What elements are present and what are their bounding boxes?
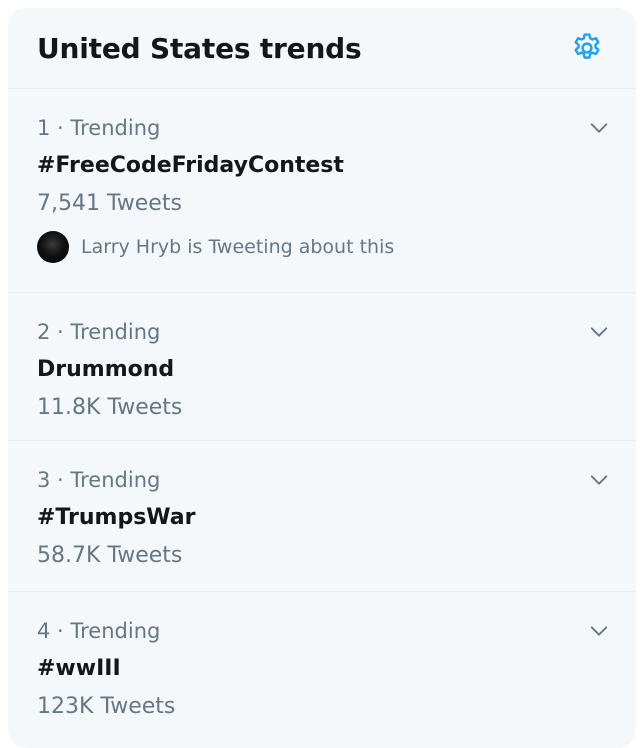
trend-name[interactable]: #wwIII [37,655,606,683]
trends-header: United States trends [8,8,636,89]
trend-item-2[interactable]: 2 · Trending Drummond 11.8K Tweets [8,293,636,441]
trend-tweet-count: 123K Tweets [37,694,176,719]
trend-tweet-count: 11.8K Tweets [37,395,183,420]
trend-item-1[interactable]: 1 · Trending #FreeCodeFridayContest 7,54… [8,89,636,293]
chevron-down-icon[interactable] [588,321,610,343]
trend-rank-label: 3 · Trending [37,468,161,492]
trend-context-text: Larry Hryb is Tweeting about this [81,236,395,258]
trend-item-3[interactable]: 3 · Trending #TrumpsWar 58.7K Tweets [8,441,636,592]
trend-tweet-count: 7,541 Tweets [37,191,182,216]
settings-button[interactable] [568,29,606,67]
trend-rank-label: 4 · Trending [37,619,161,643]
trend-rank-label: 2 · Trending [37,320,161,344]
trend-tweet-count: 58.7K Tweets [37,543,183,568]
trend-name[interactable]: #TrumpsWar [37,504,606,532]
trend-item-4[interactable]: 4 · Trending #wwIII 123K Tweets [8,592,636,748]
trends-panel: United States trends 1 · Trending #FreeC… [8,8,636,748]
chevron-down-icon[interactable] [588,620,610,642]
trend-name[interactable]: #FreeCodeFridayContest [37,152,606,180]
avatar [37,231,69,263]
trend-context: Larry Hryb is Tweeting about this [37,231,606,263]
trend-rank-label: 1 · Trending [37,116,161,140]
chevron-down-icon[interactable] [588,117,610,139]
chevron-down-icon[interactable] [588,469,610,491]
trends-title: United States trends [37,31,362,65]
gear-icon [574,33,600,59]
trend-name[interactable]: Drummond [37,356,606,384]
